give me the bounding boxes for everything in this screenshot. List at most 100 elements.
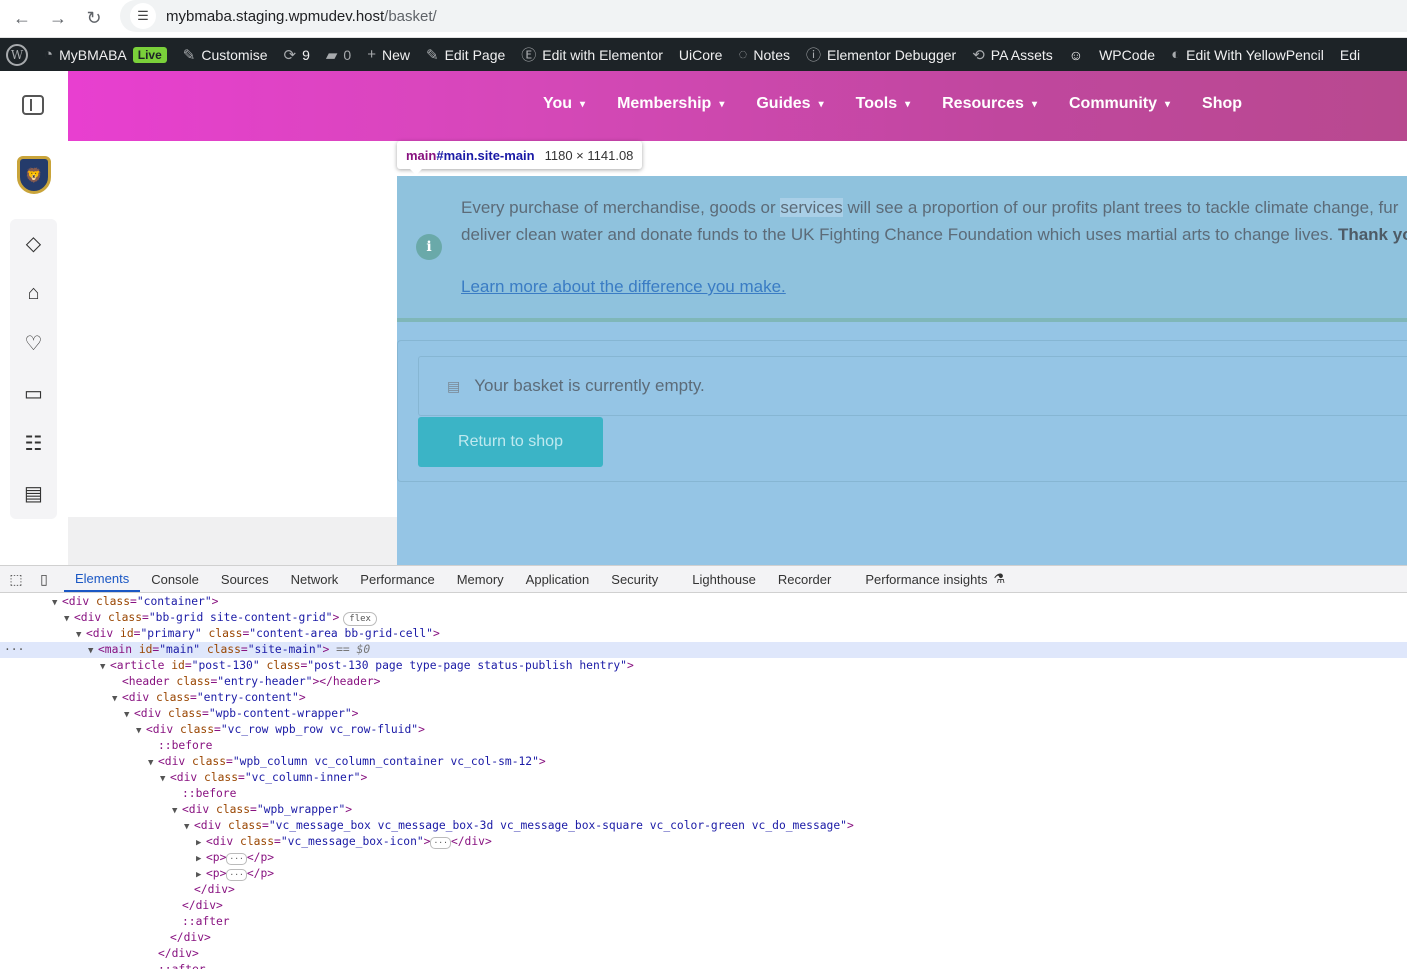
menu-label: Tools xyxy=(855,95,898,112)
site-name-item[interactable]: ◔ MyBMABA Live xyxy=(36,38,175,71)
forward-icon[interactable]: → xyxy=(40,4,76,34)
dom-node[interactable]: <header class="entry-header"></header> xyxy=(0,674,1407,690)
notes-label: Notes xyxy=(753,46,790,63)
menu-item-guides[interactable]: Guides ▾ xyxy=(756,95,823,113)
pa-assets-item[interactable]: ⟲ PA Assets xyxy=(964,38,1061,71)
dom-node-selected[interactable]: ··· ▼ <main id="main" class="site-main"> =… xyxy=(0,642,1407,658)
menu-item-shop[interactable]: Shop xyxy=(1202,95,1242,113)
elementor-debugger-item[interactable]: ⓘ Elementor Debugger xyxy=(798,38,964,71)
dom-node[interactable]: ▼ <div class="wpb_column vc_column_contai… xyxy=(0,754,1407,770)
tab-performance-insights[interactable]: Performance insights ⚗ xyxy=(854,566,1016,592)
dom-node[interactable]: ▼ <div id="primary" class="content-area b… xyxy=(0,626,1407,642)
reload-icon[interactable]: ↻ xyxy=(76,4,112,34)
new-item[interactable]: + New xyxy=(359,38,418,71)
notes-item[interactable]: ◌ Notes xyxy=(730,38,798,71)
newspaper-icon[interactable]: ▤ xyxy=(10,471,57,515)
menu-label: Shop xyxy=(1202,95,1243,112)
tab-elements[interactable]: Elements xyxy=(64,566,141,592)
message-line1-start: Every purchase of merchandise, goods or xyxy=(461,198,781,217)
group-icon[interactable]: ☷ xyxy=(10,421,57,465)
tab-network[interactable]: Network xyxy=(280,566,350,592)
chat-pulse-icon[interactable]: ♡ xyxy=(10,321,57,365)
uicore-item[interactable]: UiCore xyxy=(671,38,731,71)
comments-item[interactable]: ▰ 0 xyxy=(318,38,359,71)
dom-node[interactable]: ▼ <div class="wpb-content-wrapper"> xyxy=(0,706,1407,722)
message-box: i Every purchase of merchandise, goods o… xyxy=(397,176,1407,322)
updates-item[interactable]: ⟳ 9 xyxy=(275,38,317,71)
dom-node[interactable]: ▼ <div class="wpb_wrapper"> xyxy=(0,802,1407,818)
tab-console[interactable]: Console xyxy=(140,566,210,592)
wpcode-item[interactable]: WPCode xyxy=(1091,38,1163,71)
dom-node[interactable]: ▶ <div class="vc_message_box-icon"> ··· </d… xyxy=(0,834,1407,850)
tab-security[interactable]: Security xyxy=(600,566,669,592)
dom-node[interactable]: ▼ <div class="container"> xyxy=(0,594,1407,610)
tab-application[interactable]: Application xyxy=(515,566,601,592)
tab-sources[interactable]: Sources xyxy=(210,566,280,592)
flex-badge[interactable]: flex xyxy=(343,612,377,626)
dom-node[interactable]: </div> xyxy=(0,882,1407,898)
customise-item[interactable]: ✎ Customise xyxy=(175,38,276,71)
dom-node[interactable]: </div> xyxy=(0,898,1407,914)
address-bar[interactable]: ☰ mybmaba.staging.wpmudev.host/basket/ xyxy=(120,0,1407,32)
inspect-element-icon[interactable]: ⬚ xyxy=(2,566,30,592)
return-to-shop-button[interactable]: Return to shop xyxy=(418,417,603,467)
diamond-icon[interactable]: ◇ xyxy=(10,221,57,265)
edit-page-item[interactable]: ✎ Edit Page xyxy=(418,38,513,71)
yellowpencil-icon: ◐ xyxy=(1171,46,1181,63)
dom-node[interactable]: ▼ <div class="vc_row wpb_row vc_row-fluid… xyxy=(0,722,1407,738)
tab-lighthouse[interactable]: Lighthouse xyxy=(681,566,767,592)
info-icon: ⓘ xyxy=(805,47,821,64)
chevron-down-icon: ▾ xyxy=(1164,98,1171,110)
smiley-icon: ☺ xyxy=(1068,46,1084,63)
back-icon[interactable]: ← xyxy=(4,4,40,34)
dom-node[interactable]: </div> xyxy=(0,946,1407,962)
message-text: Every purchase of merchandise, goods or … xyxy=(461,194,1407,248)
menu-item-membership[interactable]: Membership ▾ xyxy=(617,95,724,113)
left-sidebar: 🦁 ◇ ⌂ ♡ ▭ ☷ ▤ xyxy=(0,71,68,565)
dom-node[interactable]: ▼ <div class="vc_message_box vc_message_b… xyxy=(0,818,1407,834)
yellowpencil-item[interactable]: ◐ Edit With YellowPencil xyxy=(1163,38,1332,71)
chat-bubble-icon[interactable]: ▭ xyxy=(10,371,57,415)
site-logo[interactable]: 🦁 xyxy=(17,156,51,194)
dom-node[interactable]: ::before xyxy=(0,738,1407,754)
pa-assets-label: PA Assets xyxy=(990,46,1053,63)
dom-node[interactable]: ▼ <div class="entry-content"> xyxy=(0,690,1407,706)
menu-item-tools[interactable]: Tools ▾ xyxy=(856,95,911,113)
menu-item-you[interactable]: You ▾ xyxy=(543,95,585,113)
url-path: /basket/ xyxy=(384,7,437,25)
edit-elementor-item[interactable]: Ⓔ Edit with Elementor xyxy=(513,38,671,71)
device-toolbar-icon[interactable]: ▯ xyxy=(30,566,58,592)
dom-node[interactable]: ▼ <article id="post-130" class="post-130 … xyxy=(0,658,1407,674)
menu-label: You xyxy=(543,95,573,112)
pencil-icon: ✎ xyxy=(425,46,439,64)
dom-node[interactable]: ▼ <div class="vc_column-inner"> xyxy=(0,770,1407,786)
dom-node[interactable]: ::before xyxy=(0,786,1407,802)
tab-recorder[interactable]: Recorder xyxy=(767,566,842,592)
dom-node[interactable]: ▶ <p> ··· </p> xyxy=(0,866,1407,882)
dom-node[interactable]: ::after xyxy=(0,962,1407,969)
menu-label: Resources xyxy=(942,95,1024,112)
url-host: mybmaba.staging.wpmudev.host xyxy=(166,7,385,25)
menu-item-resources[interactable]: Resources ▾ xyxy=(942,95,1037,113)
presentation-icon[interactable]: ⌂ xyxy=(10,271,57,315)
dom-node[interactable]: ▶ <p> ··· </p> xyxy=(0,850,1407,866)
dom-node[interactable]: </div> xyxy=(0,930,1407,946)
basket-section: ▤ Your basket is currently empty. Return… xyxy=(397,340,1407,482)
message-thank-you: Thank yo xyxy=(1337,225,1407,244)
tab-performance[interactable]: Performance xyxy=(349,566,445,592)
overflow-item[interactable]: Edi xyxy=(1332,38,1368,71)
menu-item-community[interactable]: Community ▾ xyxy=(1069,95,1170,113)
dom-node[interactable]: ▼ <div class="bb-grid site-content-grid">… xyxy=(0,610,1407,626)
elementor-icon: Ⓔ xyxy=(521,47,537,64)
smiley-item[interactable]: ☺ xyxy=(1061,38,1091,71)
menu-label: Guides xyxy=(756,95,811,112)
chevron-down-icon: ▾ xyxy=(818,98,824,110)
wordpress-logo-icon[interactable]: W xyxy=(0,38,36,71)
dom-node[interactable]: ::after xyxy=(0,914,1407,930)
chevron-down-icon: ▾ xyxy=(905,98,911,110)
site-info-icon[interactable]: ☰ xyxy=(130,3,156,29)
tab-memory[interactable]: Memory xyxy=(446,566,515,592)
learn-more-link[interactable]: Learn more about the difference you make… xyxy=(461,277,786,297)
sidebar-toggle-icon[interactable] xyxy=(22,95,44,115)
more-icon[interactable]: ··· xyxy=(4,642,24,658)
